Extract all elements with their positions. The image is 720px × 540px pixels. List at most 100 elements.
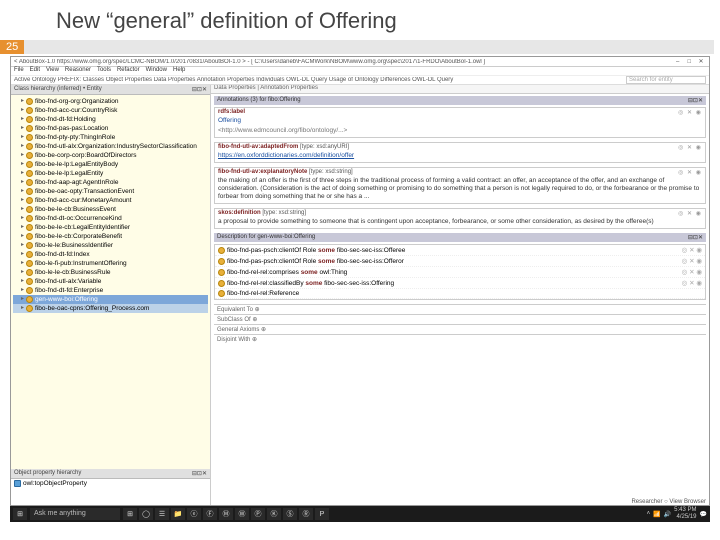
section-row[interactable]: SubClass Of ⊕ bbox=[214, 314, 706, 324]
tree-item[interactable]: ▸fibo-fnd-dt-fd:Enterprise bbox=[13, 286, 208, 295]
right-tabs[interactable]: Data Properties | Annotation Properties bbox=[211, 85, 709, 94]
property-icon bbox=[14, 480, 21, 487]
tree-item[interactable]: ▸fibo-fnd-acc-cur:CountryRisk bbox=[13, 106, 208, 115]
axiom-row[interactable]: fibo-fnd-pas-psch:clientOf Role some fib… bbox=[215, 256, 705, 267]
tree-item[interactable]: ▸fibo-be-oac-cpns:Offering_Process.com bbox=[13, 304, 208, 313]
taskbar-app-icon[interactable]: ◯ bbox=[139, 508, 153, 520]
tree-item[interactable]: ▸fibo-le-fi-pub:InstrumentOffering bbox=[13, 259, 208, 268]
taskbar-app-icon[interactable]: Ⓟ bbox=[251, 508, 265, 520]
section-row[interactable]: General Axioms ⊕ bbox=[214, 324, 706, 334]
taskbar-app-icon[interactable]: Ⓕ bbox=[203, 508, 217, 520]
search-input[interactable]: Search for entity bbox=[626, 76, 706, 84]
class-icon bbox=[26, 251, 33, 258]
taskbar-app-icon[interactable]: Ⓡ bbox=[299, 508, 313, 520]
clock[interactable]: 5:43 PM 4/25/19 bbox=[674, 507, 696, 521]
tree-item[interactable]: ▸fibo-fnd-pas-pas:Location bbox=[13, 124, 208, 133]
tree-item[interactable]: ▸fibo-le-le-cb:BusinessRule bbox=[13, 268, 208, 277]
class-icon bbox=[26, 134, 33, 141]
object-property-tree[interactable]: owl:topObjectProperty bbox=[11, 479, 210, 505]
class-icon bbox=[26, 296, 33, 303]
tree-item[interactable]: ▸fibo-fnd-utl-alx:Variable bbox=[13, 277, 208, 286]
tree-item[interactable]: ▸fibo-be-le-cb:LegalEntityIdentifier bbox=[13, 223, 208, 232]
menu-reasoner[interactable]: Reasoner bbox=[65, 67, 91, 75]
cortana-search[interactable]: Ask me anything bbox=[30, 508, 120, 520]
taskbar-app-icon[interactable]: Ⓜ bbox=[219, 508, 233, 520]
attribution-text: Researcher ○ View Browser bbox=[631, 499, 706, 505]
tree-item[interactable]: ▸fibo-fnd-dt-oc:OccurrenceKind bbox=[13, 214, 208, 223]
menu-tools[interactable]: Tools bbox=[97, 67, 111, 75]
tab-strip[interactable]: Active Ontology PREFIX: Classes Object P… bbox=[11, 76, 709, 85]
class-icon bbox=[26, 215, 33, 222]
taskbar-app-icon[interactable]: Ⓦ bbox=[235, 508, 249, 520]
tree-item[interactable]: ▸fibo-be-le-cb:CorporateBenefit bbox=[13, 232, 208, 241]
tree-item[interactable]: ▸fibo-be-corp-corp:BoardOfDirectors bbox=[13, 151, 208, 160]
maximize-button[interactable]: □ bbox=[684, 59, 694, 65]
tree-item[interactable]: ▸fibo-fnd-utl-alx:Organization:IndustryS… bbox=[13, 142, 208, 151]
taskbar-app-icon[interactable]: ⊞ bbox=[123, 508, 137, 520]
annotation-actions[interactable]: ◎ ✕ ◉ bbox=[678, 169, 702, 176]
tray-chevron-icon[interactable]: ˄ bbox=[647, 511, 651, 517]
minimize-button[interactable]: – bbox=[673, 59, 683, 65]
menu-refactor[interactable]: Refactor bbox=[117, 67, 140, 75]
annotation-adaptedfrom: fibo-fnd-utl-av:adaptedFrom [type: xsd:a… bbox=[214, 142, 706, 163]
description-axioms: fibo-fnd-pas-psch:clientOf Role some fib… bbox=[214, 244, 706, 300]
taskbar-app-icon[interactable]: P bbox=[315, 508, 329, 520]
axiom-actions[interactable]: ◎ ✕ ◉ bbox=[682, 257, 702, 265]
class-icon bbox=[26, 287, 33, 294]
close-button[interactable]: ✕ bbox=[696, 58, 706, 65]
tree-item[interactable]: ▸fibo-fnd-pty-pty:ThingInRole bbox=[13, 133, 208, 142]
annotation-actions[interactable]: ◎ ✕ ◉ bbox=[678, 144, 702, 151]
taskbar-app-icon[interactable]: ⓔ bbox=[187, 508, 201, 520]
tree-item[interactable]: ▸fibo-le-le:BusinessIdentifier bbox=[13, 241, 208, 250]
pin-icon[interactable]: ⊟⊡✕ bbox=[192, 86, 207, 93]
menu-window[interactable]: Window bbox=[146, 67, 167, 75]
axiom-row[interactable]: fibo-fnd-pas-psch:clientOf Role some fib… bbox=[215, 245, 705, 256]
axiom-row[interactable]: fibo-fnd-rel-rel:comprises some owl:Thin… bbox=[215, 267, 705, 278]
tree-item[interactable]: ▸fibo-fnd-dt-fd:Holding bbox=[13, 115, 208, 124]
notification-icon[interactable]: 💬 bbox=[700, 511, 707, 518]
tree-item[interactable]: ▸fibo-be-le-lp:LegalEntityBody bbox=[13, 160, 208, 169]
tree-item[interactable]: ▸fibo-be-le-cb:BusinessEvent bbox=[13, 205, 208, 214]
tree-item[interactable]: ▸fibo-fnd-org-org:Organization bbox=[13, 97, 208, 106]
windows-taskbar[interactable]: ⊞ Ask me anything ⊞◯☰📁ⓔⒻⓂⓌⓅⓀⓈⓇP ˄ 📶 🔊 5:… bbox=[10, 506, 710, 522]
annotation-actions[interactable]: ◎ ✕ ◉ bbox=[678, 210, 702, 217]
tree-item[interactable]: ▸fibo-fnd-dt-fd:Index bbox=[13, 250, 208, 259]
class-icon bbox=[26, 161, 33, 168]
wifi-icon[interactable]: 📶 bbox=[653, 511, 660, 518]
panel-buttons[interactable]: ⊟⊡✕ bbox=[192, 470, 207, 477]
axiom-actions[interactable]: ◎ ✕ ◉ bbox=[682, 246, 702, 254]
axiom-row[interactable]: fibo-fnd-rel-rel:Reference bbox=[215, 289, 705, 299]
adaptedfrom-url[interactable]: https://en.oxforddictionaries.com/defini… bbox=[218, 152, 354, 159]
class-icon bbox=[26, 269, 33, 276]
tree-item[interactable]: ▸fibo-fnd-aap-agt:AgentInRole bbox=[13, 178, 208, 187]
menu-help[interactable]: Help bbox=[173, 67, 185, 75]
taskbar-app-icon[interactable]: ☰ bbox=[155, 508, 169, 520]
tree-item[interactable]: ▸fibo-be-oac-opty:TransactionEvent bbox=[13, 187, 208, 196]
menu-edit[interactable]: Edit bbox=[30, 67, 40, 75]
tab-labels[interactable]: Active Ontology PREFIX: Classes Object P… bbox=[14, 77, 626, 83]
axiom-actions[interactable]: ◎ ✕ ◉ bbox=[682, 268, 702, 276]
tree-item[interactable]: ▸gen-www-boi:Offering bbox=[13, 295, 208, 304]
volume-icon[interactable]: 🔊 bbox=[664, 511, 671, 518]
tree-item[interactable]: ▸fibo-be-le-lp:LegalEntity bbox=[13, 169, 208, 178]
taskbar-app-icon[interactable]: Ⓢ bbox=[283, 508, 297, 520]
tree-item[interactable]: ▸fibo-fnd-acc-cur:MonetaryAmount bbox=[13, 196, 208, 205]
section-row[interactable]: Disjoint With ⊕ bbox=[214, 334, 706, 344]
taskbar-app-icon[interactable]: Ⓚ bbox=[267, 508, 281, 520]
menu-view[interactable]: View bbox=[46, 67, 59, 75]
axiom-row[interactable]: fibo-fnd-rel-rel:classifiedBy some fibo-… bbox=[215, 278, 705, 289]
section-row[interactable]: Equivalent To ⊕ bbox=[214, 304, 706, 314]
class-hierarchy-tree[interactable]: ▸fibo-fnd-org-org:Organization▸fibo-fnd-… bbox=[11, 95, 210, 469]
class-icon bbox=[218, 247, 225, 254]
system-tray[interactable]: ˄ 📶 🔊 5:43 PM 4/25/19 💬 bbox=[647, 507, 707, 521]
iri-text: <http://www.edmcouncil.org/fibo/ontology… bbox=[215, 127, 705, 137]
annotation-actions[interactable]: ◎ ✕ ◉ bbox=[678, 109, 702, 116]
axiom-actions[interactable]: ◎ ✕ ◉ bbox=[682, 279, 702, 287]
label-value: Offering bbox=[215, 117, 705, 127]
description-header: Description for gen-www-boi:Offering⊟⊡✕ bbox=[214, 233, 706, 242]
menu-file[interactable]: File bbox=[14, 67, 24, 75]
taskbar-app-icon[interactable]: 📁 bbox=[171, 508, 185, 520]
menubar[interactable]: File Edit View Reasoner Tools Refactor W… bbox=[11, 67, 709, 76]
start-button[interactable]: ⊞ bbox=[13, 508, 27, 520]
class-icon bbox=[26, 170, 33, 177]
